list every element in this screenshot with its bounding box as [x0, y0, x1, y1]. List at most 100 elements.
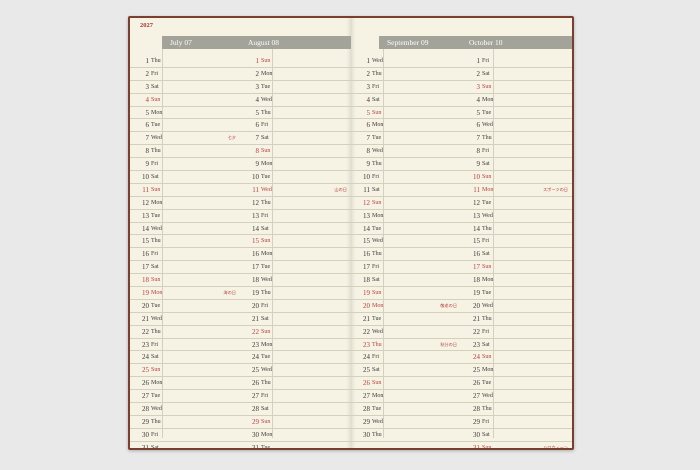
day-row[interactable]: 29 Wed [351, 416, 461, 429]
day-row[interactable]: 28 Wed [130, 403, 240, 416]
day-row[interactable]: 18 Wed [240, 274, 351, 288]
day-row[interactable]: 7 Wed 七夕 [130, 132, 240, 146]
day-row[interactable]: 16 Mon [240, 248, 351, 262]
day-row[interactable]: 5 Sun [351, 107, 461, 120]
day-row[interactable]: 29 Thu [130, 416, 240, 429]
day-row[interactable]: 15 Fri [461, 235, 572, 249]
day-row[interactable]: 15 Sun [240, 235, 351, 249]
day-row[interactable]: 11 Mon スポーツの日 [461, 184, 572, 197]
day-row[interactable]: 11 Sat [351, 184, 461, 197]
day-row[interactable]: 26 Sun [351, 377, 461, 391]
day-row[interactable]: 17 Sat [130, 261, 240, 275]
day-row[interactable]: 6 Tue [130, 119, 240, 133]
day-row[interactable]: 14 Thu [461, 223, 572, 236]
day-row[interactable]: 6 Wed [461, 119, 572, 133]
day-row[interactable]: 10 Sat [130, 171, 240, 184]
day-row[interactable]: 14 Sat [240, 223, 351, 236]
day-row[interactable]: 22 Wed [351, 326, 461, 339]
day-row[interactable]: 11 Wed 山の日 [240, 184, 351, 197]
day-row[interactable]: 24 Sat [130, 351, 240, 365]
day-row[interactable]: 18 Sun [130, 274, 240, 288]
day-row[interactable]: 12 Thu [240, 197, 351, 210]
day-row[interactable]: 25 Sat [351, 364, 461, 378]
day-row[interactable]: 23 Fri [130, 339, 240, 352]
day-row[interactable]: 30 Mon [240, 429, 351, 442]
day-row[interactable]: 9 Thu [351, 158, 461, 172]
day-row[interactable]: 18 Sat [351, 274, 461, 288]
day-row[interactable]: 1 Fri [461, 55, 572, 68]
day-row[interactable]: 31 Sat [130, 442, 240, 448]
day-row[interactable]: 7 Tue [351, 132, 461, 146]
day-row[interactable]: 10 Fri [351, 171, 461, 184]
day-row[interactable]: 27 Wed [461, 390, 572, 404]
day-row[interactable]: 4 Mon [461, 94, 572, 107]
day-row[interactable]: 6 Mon [351, 119, 461, 133]
day-row[interactable]: 21 Tue [351, 313, 461, 326]
day-row[interactable]: 16 Thu [351, 248, 461, 262]
day-row[interactable]: 9 Sat [461, 158, 572, 172]
day-row[interactable]: 4 Wed [240, 94, 351, 107]
day-row[interactable]: 28 Thu [461, 403, 572, 416]
day-row[interactable]: 23 Sat [461, 339, 572, 352]
day-row[interactable]: 1 Sun [240, 55, 351, 68]
day-row[interactable]: 29 Sun [240, 416, 351, 429]
day-row[interactable]: 26 Mon [130, 377, 240, 391]
day-row[interactable]: 22 Sun [240, 326, 351, 339]
day-row[interactable]: 25 Wed [240, 364, 351, 378]
day-row[interactable]: 16 Sat [461, 248, 572, 262]
day-row[interactable]: 20 Fri [240, 300, 351, 313]
day-row[interactable]: 3 Fri [351, 81, 461, 94]
day-row[interactable]: 8 Thu [130, 145, 240, 159]
day-row[interactable]: 2 Fri [130, 68, 240, 81]
day-row[interactable]: 24 Fri [351, 351, 461, 365]
day-row[interactable]: 23 Mon [240, 339, 351, 352]
day-row[interactable]: 8 Sun [240, 145, 351, 159]
day-row[interactable]: 13 Mon [351, 210, 461, 223]
day-row[interactable]: 26 Tue [461, 377, 572, 391]
day-row[interactable]: 27 Mon [351, 390, 461, 404]
day-row[interactable]: 12 Mon [130, 197, 240, 210]
day-row[interactable]: 11 Sun [130, 184, 240, 197]
day-row[interactable]: 20 Mon 敬老の日 [351, 300, 461, 313]
day-row[interactable]: 14 Tue [351, 223, 461, 236]
day-row[interactable]: 19 Sun [351, 287, 461, 300]
day-row[interactable]: 30 Thu [351, 429, 461, 442]
day-row[interactable]: 25 Mon [461, 364, 572, 378]
day-row[interactable]: 9 Fri [130, 158, 240, 172]
day-row[interactable]: 5 Tue [461, 107, 572, 120]
day-row[interactable]: 1 Wed [351, 55, 461, 68]
day-row[interactable]: 15 Wed [351, 235, 461, 249]
day-row[interactable]: 2 Sat [461, 68, 572, 81]
day-row[interactable]: 2 Thu [351, 68, 461, 81]
day-row[interactable]: 15 Thu [130, 235, 240, 249]
day-row[interactable]: 18 Mon [461, 274, 572, 288]
day-row[interactable]: 20 Wed [461, 300, 572, 313]
day-row[interactable]: 19 Mon 海の日 [130, 287, 240, 300]
day-row[interactable]: 7 Sat [240, 132, 351, 146]
day-row[interactable]: 23 Thu 秋分の日 [351, 339, 461, 352]
day-row[interactable]: 31 Sun ハロウィーン [461, 442, 572, 448]
day-row[interactable]: 30 Sat [461, 429, 572, 442]
day-row[interactable]: 27 Fri [240, 390, 351, 404]
day-row[interactable]: 28 Sat [240, 403, 351, 416]
day-row[interactable]: 4 Sun [130, 94, 240, 107]
day-row[interactable]: 17 Sun [461, 261, 572, 275]
day-row[interactable]: 30 Fri [130, 429, 240, 442]
day-row[interactable]: 19 Tue [461, 287, 572, 300]
day-row[interactable]: 1 Thu [130, 55, 240, 68]
day-row[interactable]: 5 Mon [130, 107, 240, 120]
day-row[interactable]: 22 Thu [130, 326, 240, 339]
day-row[interactable]: 29 Fri [461, 416, 572, 429]
day-row[interactable]: 22 Fri [461, 326, 572, 339]
day-row[interactable]: 9 Mon [240, 158, 351, 172]
day-row[interactable]: 13 Wed [461, 210, 572, 223]
day-row[interactable]: 5 Thu [240, 107, 351, 120]
day-row[interactable]: 28 Tue [351, 403, 461, 416]
day-row[interactable]: 8 Wed [351, 145, 461, 159]
day-row[interactable]: 24 Tue [240, 351, 351, 365]
day-row[interactable]: 25 Sun [130, 364, 240, 378]
day-row[interactable]: 3 Tue [240, 81, 351, 94]
day-row[interactable]: 14 Wed [130, 223, 240, 236]
day-row[interactable]: 27 Tue [130, 390, 240, 404]
day-row[interactable]: 6 Fri [240, 119, 351, 133]
